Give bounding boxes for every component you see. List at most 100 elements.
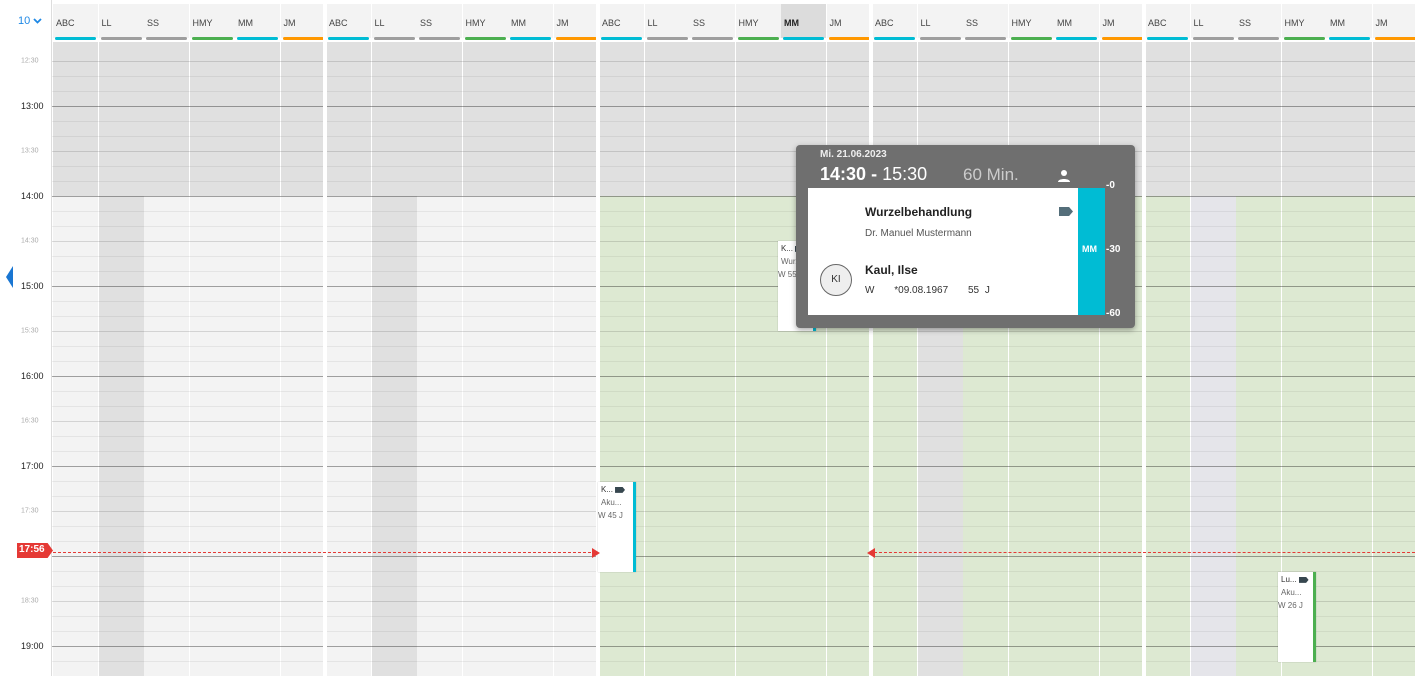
resource-column-header[interactable]: JM bbox=[280, 4, 326, 38]
resource-column-body[interactable] bbox=[1327, 42, 1372, 676]
resource-column-body[interactable] bbox=[735, 42, 781, 676]
resource-column-header[interactable]: LL bbox=[98, 4, 144, 38]
resource-column-header[interactable]: JM bbox=[553, 4, 599, 38]
resource-column-body[interactable] bbox=[1145, 42, 1190, 676]
resource-column-header[interactable]: JM bbox=[826, 4, 872, 38]
appointment-block[interactable]: Lu... Aku... W 26 J bbox=[1278, 572, 1316, 662]
resource-column[interactable]: LL bbox=[98, 0, 144, 676]
resource-column-body[interactable] bbox=[98, 42, 144, 676]
resource-column-body[interactable] bbox=[781, 42, 826, 676]
resource-column-body[interactable] bbox=[371, 42, 417, 676]
resource-column-header[interactable]: MM bbox=[781, 4, 826, 38]
resource-column[interactable]: MM bbox=[235, 0, 280, 676]
resource-column[interactable]: ABC bbox=[872, 0, 917, 676]
resource-label: ABC bbox=[1148, 18, 1167, 28]
resource-column-header[interactable]: SS bbox=[963, 4, 1008, 38]
resource-column-body[interactable] bbox=[644, 42, 690, 676]
resource-column[interactable]: LL bbox=[371, 0, 417, 676]
resource-column[interactable]: MM bbox=[1327, 0, 1372, 676]
resource-column-body[interactable] bbox=[963, 42, 1008, 676]
resource-column-header[interactable]: SS bbox=[690, 4, 735, 38]
resource-column-body[interactable] bbox=[189, 42, 235, 676]
resource-column-body[interactable] bbox=[826, 42, 872, 676]
resource-column-header[interactable]: LL bbox=[644, 4, 690, 38]
resource-column[interactable]: HMY bbox=[1008, 0, 1054, 676]
resource-column[interactable]: JM bbox=[553, 0, 599, 676]
resource-column-body[interactable] bbox=[235, 42, 280, 676]
resource-column-header[interactable]: LL bbox=[1190, 4, 1236, 38]
resource-column-body[interactable] bbox=[690, 42, 735, 676]
resource-column-header[interactable]: SS bbox=[417, 4, 462, 38]
resource-column[interactable]: SS bbox=[144, 0, 189, 676]
resource-column-header[interactable]: HMY bbox=[1281, 4, 1327, 38]
resource-color-bar bbox=[146, 37, 187, 40]
resource-column-header[interactable]: SS bbox=[1236, 4, 1281, 38]
resource-column-header[interactable]: LL bbox=[371, 4, 417, 38]
resource-column-header[interactable]: SS bbox=[144, 4, 189, 38]
resource-column[interactable]: JM bbox=[826, 0, 872, 676]
resource-column-header[interactable]: LL bbox=[917, 4, 963, 38]
resource-column[interactable]: JM bbox=[1099, 0, 1145, 676]
resource-column-body[interactable] bbox=[326, 42, 371, 676]
resource-color-bar bbox=[464, 37, 506, 40]
resource-duration-bar: MM bbox=[1078, 188, 1105, 315]
resource-column-header[interactable]: ABC bbox=[1145, 4, 1190, 38]
resource-column-header[interactable]: ABC bbox=[326, 4, 371, 38]
resource-column[interactable]: JM bbox=[1372, 0, 1415, 676]
resource-column-header[interactable]: MM bbox=[235, 4, 280, 38]
resource-column[interactable]: HMY bbox=[189, 0, 235, 676]
previous-week-arrow-icon[interactable] bbox=[6, 266, 13, 288]
resource-column[interactable]: LL bbox=[644, 0, 690, 676]
resource-column-header[interactable]: ABC bbox=[599, 4, 644, 38]
resource-column-header[interactable]: ABC bbox=[53, 4, 98, 38]
resource-column[interactable]: SS bbox=[690, 0, 735, 676]
appointment-color-stripe bbox=[633, 482, 636, 572]
resource-column-header[interactable]: ABC bbox=[872, 4, 917, 38]
resource-column[interactable]: ABC bbox=[1145, 0, 1190, 676]
resource-column-body[interactable] bbox=[1190, 42, 1236, 676]
resource-column-header[interactable]: HMY bbox=[462, 4, 508, 38]
resource-column-body[interactable] bbox=[144, 42, 189, 676]
resource-column-body[interactable] bbox=[462, 42, 508, 676]
resource-column[interactable]: MM bbox=[781, 0, 826, 676]
resource-label: LL bbox=[101, 18, 112, 28]
resource-column-body[interactable] bbox=[599, 42, 644, 676]
resource-column-body[interactable] bbox=[280, 42, 326, 676]
resource-column[interactable]: MM bbox=[1054, 0, 1099, 676]
resource-column-header[interactable]: HMY bbox=[735, 4, 781, 38]
resource-column[interactable]: ABC bbox=[599, 0, 644, 676]
resource-column-body[interactable] bbox=[53, 42, 98, 676]
resource-column-body[interactable] bbox=[417, 42, 462, 676]
resource-column-body[interactable] bbox=[917, 42, 963, 676]
resource-column[interactable]: JM bbox=[280, 0, 326, 676]
resource-column-header[interactable]: MM bbox=[508, 4, 553, 38]
resource-column[interactable]: SS bbox=[1236, 0, 1281, 676]
resource-column-body[interactable] bbox=[1372, 42, 1415, 676]
resource-column[interactable]: ABC bbox=[53, 0, 98, 676]
resource-column[interactable]: HMY bbox=[462, 0, 508, 676]
resource-column-body[interactable] bbox=[1008, 42, 1054, 676]
resource-column[interactable]: LL bbox=[917, 0, 963, 676]
appointment-block[interactable]: K... Aku... W 45 J bbox=[598, 482, 636, 572]
resource-label: SS bbox=[1239, 18, 1252, 28]
resource-column[interactable]: HMY bbox=[735, 0, 781, 676]
resource-column[interactable]: SS bbox=[417, 0, 462, 676]
current-time-line bbox=[53, 552, 596, 553]
resource-column-header[interactable]: MM bbox=[1327, 4, 1372, 38]
resource-column-header[interactable]: HMY bbox=[189, 4, 235, 38]
resource-column-body[interactable] bbox=[1099, 42, 1145, 676]
resource-column-header[interactable]: MM bbox=[1054, 4, 1099, 38]
resource-column-body[interactable] bbox=[1054, 42, 1099, 676]
resource-column-header[interactable]: HMY bbox=[1008, 4, 1054, 38]
resource-column[interactable]: SS bbox=[963, 0, 1008, 676]
resource-column-header[interactable]: JM bbox=[1099, 4, 1145, 38]
resource-column-body[interactable] bbox=[508, 42, 553, 676]
resource-column-body[interactable] bbox=[553, 42, 599, 676]
resource-column-body[interactable] bbox=[1236, 42, 1281, 676]
resource-column[interactable]: MM bbox=[508, 0, 553, 676]
zoom-select[interactable]: 10 bbox=[18, 15, 42, 27]
resource-column-header[interactable]: JM bbox=[1372, 4, 1415, 38]
resource-column[interactable]: ABC bbox=[326, 0, 371, 676]
resource-column-body[interactable] bbox=[872, 42, 917, 676]
resource-column[interactable]: LL bbox=[1190, 0, 1236, 676]
